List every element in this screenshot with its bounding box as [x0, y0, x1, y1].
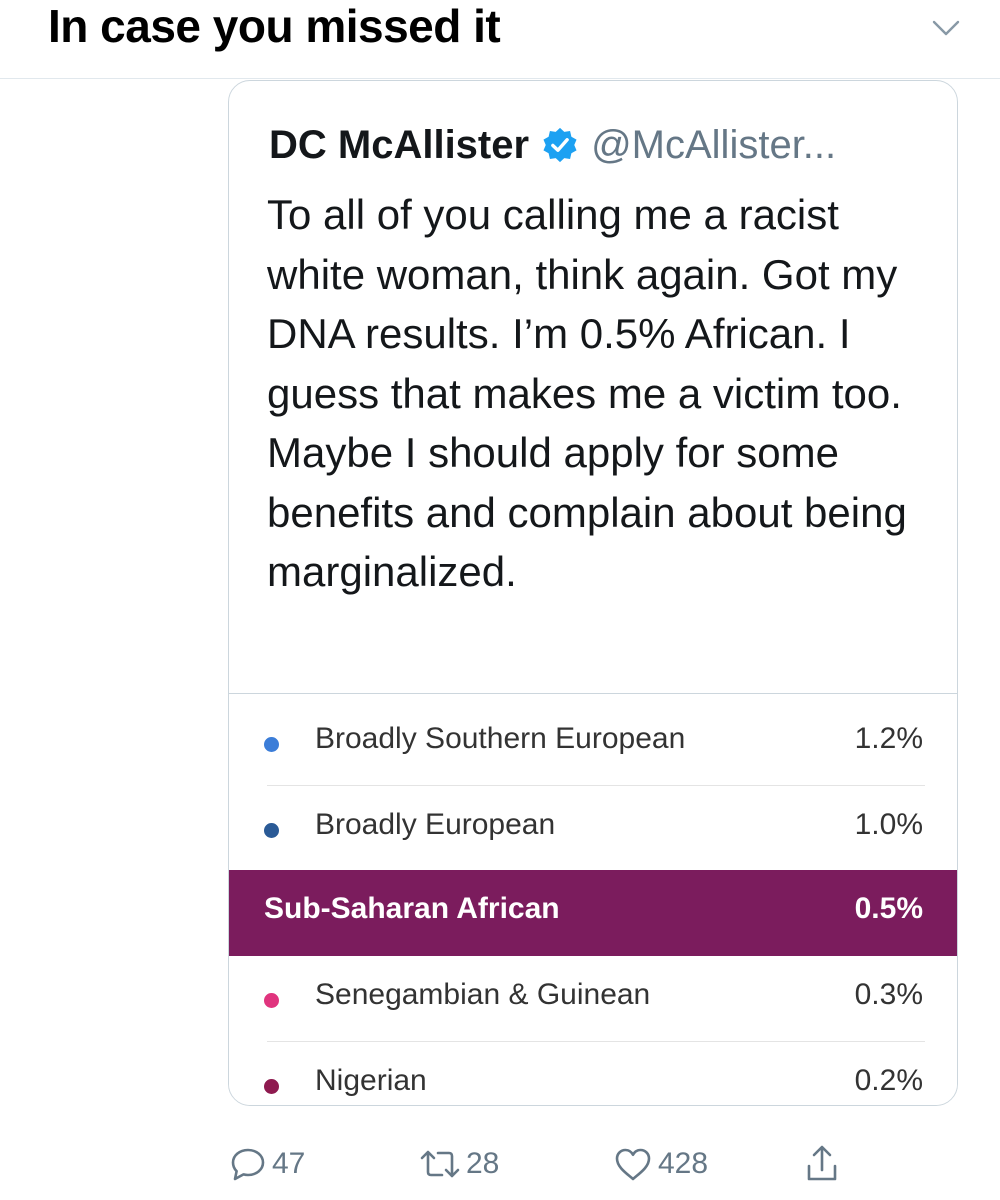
- tweet-text: To all of you calling me a racist white …: [267, 191, 907, 595]
- section-title: In case you missed it: [48, 0, 501, 52]
- ancestry-label: Broadly Southern European: [315, 722, 686, 755]
- ancestry-label: Nigerian: [315, 1064, 427, 1097]
- legend-dot: [264, 737, 279, 752]
- dna-row-highlighted: Sub-Saharan African 0.5%: [229, 870, 957, 956]
- author-handle[interactable]: @McAllister...: [591, 123, 836, 168]
- ancestry-percent: 0.3%: [854, 978, 923, 1011]
- reply-count: 47: [272, 1147, 306, 1180]
- retweet-button[interactable]: 28: [418, 1136, 499, 1192]
- retweet-count: 28: [466, 1147, 500, 1180]
- share-button[interactable]: [802, 1136, 842, 1192]
- timeline-section-header: In case you missed it: [0, 0, 1000, 79]
- tweet-card[interactable]: DC McAllister @McAllister... To all of y…: [228, 80, 958, 1106]
- tweet-author[interactable]: DC McAllister @McAllister...: [269, 117, 836, 173]
- legend-dot: [264, 993, 279, 1008]
- ancestry-percent: 0.2%: [854, 1064, 923, 1097]
- ancestry-percent: 1.0%: [854, 808, 923, 841]
- like-count: 428: [658, 1147, 709, 1180]
- dna-row: Broadly Southern European 1.2%: [229, 700, 957, 786]
- author-name[interactable]: DC McAllister: [269, 123, 529, 168]
- ancestry-percent: 1.2%: [854, 722, 923, 755]
- retweet-icon: [420, 1150, 460, 1178]
- ancestry-label: Senegambian & Guinean: [315, 978, 651, 1011]
- ancestry-label: Sub-Saharan African: [264, 892, 560, 925]
- verified-badge-icon: [543, 127, 577, 163]
- ancestry-percent: 0.5%: [854, 892, 923, 925]
- reply-icon: [231, 1148, 265, 1181]
- share-icon: [807, 1145, 837, 1181]
- like-button[interactable]: 428: [612, 1136, 708, 1192]
- dna-row: Broadly European 1.0%: [229, 786, 957, 872]
- legend-dot: [264, 823, 279, 838]
- reply-button[interactable]: 47: [228, 1136, 305, 1192]
- dna-results-image[interactable]: Broadly Southern European 1.2% Broadly E…: [229, 693, 957, 1105]
- chevron-down-icon[interactable]: [928, 10, 964, 46]
- dna-row: Senegambian & Guinean 0.3%: [229, 956, 957, 1042]
- legend-dot: [264, 1079, 279, 1094]
- heart-icon: [615, 1148, 651, 1181]
- dna-row: Nigerian 0.2%: [229, 1042, 957, 1105]
- tweet-actions: 47 28 428: [228, 1136, 956, 1192]
- ancestry-label: Broadly European: [315, 808, 556, 841]
